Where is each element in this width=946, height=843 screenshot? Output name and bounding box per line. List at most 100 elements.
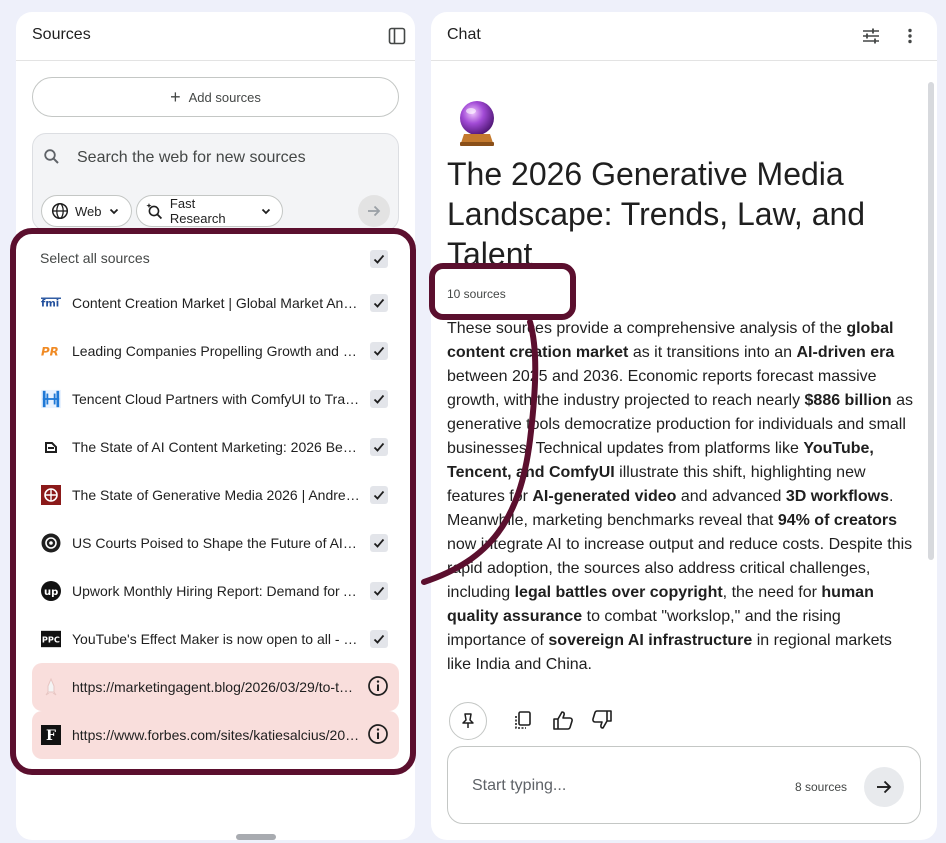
copy-button[interactable] [507, 704, 539, 736]
chevron-down-icon [109, 208, 118, 215]
add-sources-label: Add sources [188, 89, 261, 105]
resize-handle[interactable] [236, 834, 276, 840]
send-button[interactable] [864, 767, 904, 807]
save-to-note-button[interactable] [449, 702, 487, 740]
svg-text:F: F [46, 728, 56, 744]
source-item[interactable]: The State of AI Content Marketing: 2026 … [32, 423, 399, 471]
source-item[interactable]: Tencent Cloud Partners with ComfyUI to T… [32, 375, 399, 423]
thumbs-down-button[interactable] [586, 704, 618, 736]
svg-text:up: up [44, 587, 58, 598]
forbes-favicon: F [41, 725, 61, 745]
source-title: US Courts Poised to Shape the Future of … [72, 535, 360, 551]
check-icon [373, 538, 385, 548]
source-item[interactable]: up Upwork Monthly Hiring Report: Demand … [32, 567, 399, 615]
chat-header: Chat [431, 12, 937, 61]
source-item[interactable]: PR Leading Companies Propelling Growth a… [32, 327, 399, 375]
source-item-error[interactable]: F https://www.forbes.com/sites/katiesalc… [32, 711, 399, 759]
chevron-down-icon [261, 208, 271, 215]
chat-title: Chat [447, 26, 481, 43]
source-title: https://www.forbes.com/sites/katiesalciu… [72, 727, 360, 743]
svg-text:fmi: fmi [41, 299, 59, 310]
tencent-favicon [41, 389, 61, 409]
plus-icon: + [170, 87, 181, 107]
check-icon [373, 634, 385, 644]
source-title: The State of Generative Media 2026 | And… [72, 487, 360, 503]
svg-text:PPC: PPC [42, 635, 60, 645]
check-icon [373, 254, 385, 264]
check-icon [373, 394, 385, 404]
notebook-title: The 2026 Generative Media Landscape: Tre… [447, 156, 866, 272]
copy-icon [515, 711, 531, 729]
source-count: 10 sources [447, 287, 506, 301]
select-all-checkbox[interactable] [370, 250, 388, 268]
crystal-ball-icon [455, 99, 499, 152]
source-item[interactable]: PPC YouTube's Effect Maker is now open t… [32, 615, 399, 663]
source-item[interactable]: The State of Generative Media 2026 | And… [32, 471, 399, 519]
web-source-dropdown[interactable]: Web [41, 195, 132, 227]
chat-content: The 2026 Generative Media Landscape: Tre… [431, 61, 937, 701]
research-chip-label: Fast Research [169, 196, 226, 226]
source-item[interactable]: US Courts Poised to Shape the Future of … [32, 519, 399, 567]
arrow-right-icon [877, 780, 892, 794]
pr-favicon: PR [41, 341, 61, 361]
web-search-box: Web Fast Research [32, 133, 399, 231]
check-icon [373, 298, 385, 308]
search-submit-button[interactable] [358, 195, 390, 227]
selected-source-count: 8 sources [795, 780, 848, 794]
web-search-input[interactable] [77, 146, 377, 170]
source-title: The State of AI Content Marketing: 2026 … [72, 439, 360, 455]
pin-icon [462, 713, 474, 728]
sources-header: Sources [16, 12, 415, 61]
chat-panel: Chat The 2026 Generative Media Landscape… [431, 12, 937, 840]
source-item[interactable]: fmi Content Creation Market | Global Mar… [32, 279, 399, 327]
thumbs-up-button[interactable] [547, 704, 579, 736]
chat-input[interactable] [472, 775, 772, 797]
thumbs-up-icon [553, 711, 573, 730]
source-item-error[interactable]: https://marketingagent.blog/2026/03/29/t… [32, 663, 399, 711]
source-checkbox[interactable] [370, 534, 388, 552]
source-checkbox[interactable] [370, 582, 388, 600]
add-sources-button[interactable]: + Add sources [32, 77, 399, 117]
content-site-favicon [41, 437, 61, 457]
source-title: Content Creation Market | Global Market … [72, 295, 360, 311]
ppc-land-favicon: PPC [41, 629, 61, 649]
fmi-favicon: fmi [41, 293, 61, 313]
web-chip-label: Web [75, 203, 102, 219]
globe-icon [51, 202, 69, 220]
info-icon[interactable] [367, 723, 389, 750]
source-title: Upwork Monthly Hiring Report: Demand for… [72, 583, 360, 599]
source-checkbox[interactable] [370, 390, 388, 408]
thumbs-down-icon [592, 710, 612, 729]
upwork-favicon: up [41, 581, 61, 601]
check-icon [373, 490, 385, 500]
check-icon [373, 442, 385, 452]
tune-icon[interactable] [859, 24, 883, 48]
source-checkbox[interactable] [370, 630, 388, 648]
svg-text:PR: PR [41, 345, 59, 358]
notebook-summary: These sources provide a comprehensive an… [447, 320, 913, 673]
research-mode-dropdown[interactable]: Fast Research [136, 195, 283, 227]
sources-panel: Sources + Add sources Web Fast Research … [16, 12, 415, 840]
check-icon [373, 346, 385, 356]
source-checkbox[interactable] [370, 486, 388, 504]
arrow-right-icon [368, 205, 381, 217]
sparkle-search-icon [146, 203, 163, 220]
check-icon [373, 586, 385, 596]
search-icon [43, 148, 61, 171]
a16z-favicon [41, 485, 61, 505]
source-title: https://marketingagent.blog/2026/03/29/t… [72, 679, 360, 695]
info-icon[interactable] [367, 675, 389, 702]
source-checkbox[interactable] [370, 438, 388, 456]
rocket-favicon [41, 677, 61, 697]
chat-scrollbar[interactable] [928, 82, 934, 560]
source-checkbox[interactable] [370, 294, 388, 312]
knot-favicon [41, 533, 61, 553]
source-title: Leading Companies Propelling Growth and … [72, 343, 360, 359]
select-all-label: Select all sources [40, 250, 150, 266]
source-title: YouTube's Effect Maker is now open to al… [72, 631, 360, 647]
source-checkbox[interactable] [370, 342, 388, 360]
sources-title: Sources [32, 26, 91, 43]
sidebar-toggle-icon[interactable] [385, 24, 409, 48]
more-vert-icon[interactable] [898, 24, 922, 48]
chat-input-box: 8 sources [447, 746, 921, 824]
